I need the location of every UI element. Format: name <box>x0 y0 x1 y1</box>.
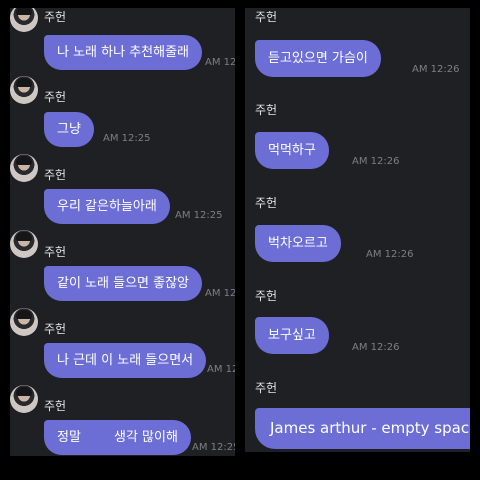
avatar[interactable] <box>10 308 38 336</box>
message-bubble[interactable]: 그냥 <box>44 112 94 147</box>
message-bubble[interactable]: 나 근데 이 노래 들으면서 <box>44 343 207 378</box>
message-bubble[interactable]: 먹먹하구 <box>255 132 329 169</box>
avatar[interactable] <box>10 8 38 32</box>
avatar[interactable] <box>10 230 38 258</box>
sender-name: 주헌 <box>255 289 278 303</box>
sender-name: 주헌 <box>44 399 67 413</box>
message-bubble[interactable]: 듣고있으면 가슴이 <box>255 40 381 77</box>
sender-name: 주헌 <box>255 103 278 117</box>
message-bubble[interactable]: 벅차오르고 <box>255 225 341 262</box>
message-time: AM 12:25 <box>175 210 223 221</box>
message-time: AM 12:26 <box>366 249 414 260</box>
message-bubble[interactable]: 같이 노래 들으면 좋잖앙 <box>44 266 202 301</box>
message-time: AM 12:26 <box>412 64 460 75</box>
message-bubble[interactable]: 나 노래 하나 추천해줄래 <box>44 35 202 70</box>
sender-name: 주헌 <box>255 196 278 210</box>
sender-name: 주헌 <box>44 168 67 182</box>
message-time: AM 12:25 <box>205 57 235 68</box>
message-time: AM 12:25 <box>205 288 235 299</box>
avatar[interactable] <box>10 76 38 104</box>
message-bubble[interactable]: 정말 생각 많이해 <box>44 420 191 455</box>
avatar[interactable] <box>10 154 38 182</box>
message-time: AM 12:26 <box>352 342 400 353</box>
message-time: AM 12:26 <box>352 156 400 167</box>
chat-panel-left: 주헌 나 노래 하나 추천해줄래 AM 12:25 주헌 그냥 AM 12:25… <box>10 8 235 456</box>
message-bubble[interactable]: 우리 같은하늘아래 <box>44 189 170 224</box>
message-bubble[interactable]: James arthur - empty space <box>255 408 470 449</box>
message-time: AM 12:25 <box>207 364 235 375</box>
avatar[interactable] <box>10 385 38 413</box>
message-time: AM 12:25 <box>192 442 235 453</box>
sender-name: 주헌 <box>44 245 67 259</box>
sender-name: 주헌 <box>255 381 278 395</box>
sender-name: 주헌 <box>255 10 278 24</box>
message-bubble[interactable]: 보구싶고 <box>255 317 329 354</box>
sender-name: 주헌 <box>44 10 67 24</box>
chat-panel-right: 주헌 듣고있으면 가슴이 AM 12:26 주헌 먹먹하구 AM 12:26 주… <box>245 8 470 452</box>
sender-name: 주헌 <box>44 90 67 104</box>
sender-name: 주헌 <box>44 322 67 336</box>
message-time: AM 12:25 <box>103 133 151 144</box>
